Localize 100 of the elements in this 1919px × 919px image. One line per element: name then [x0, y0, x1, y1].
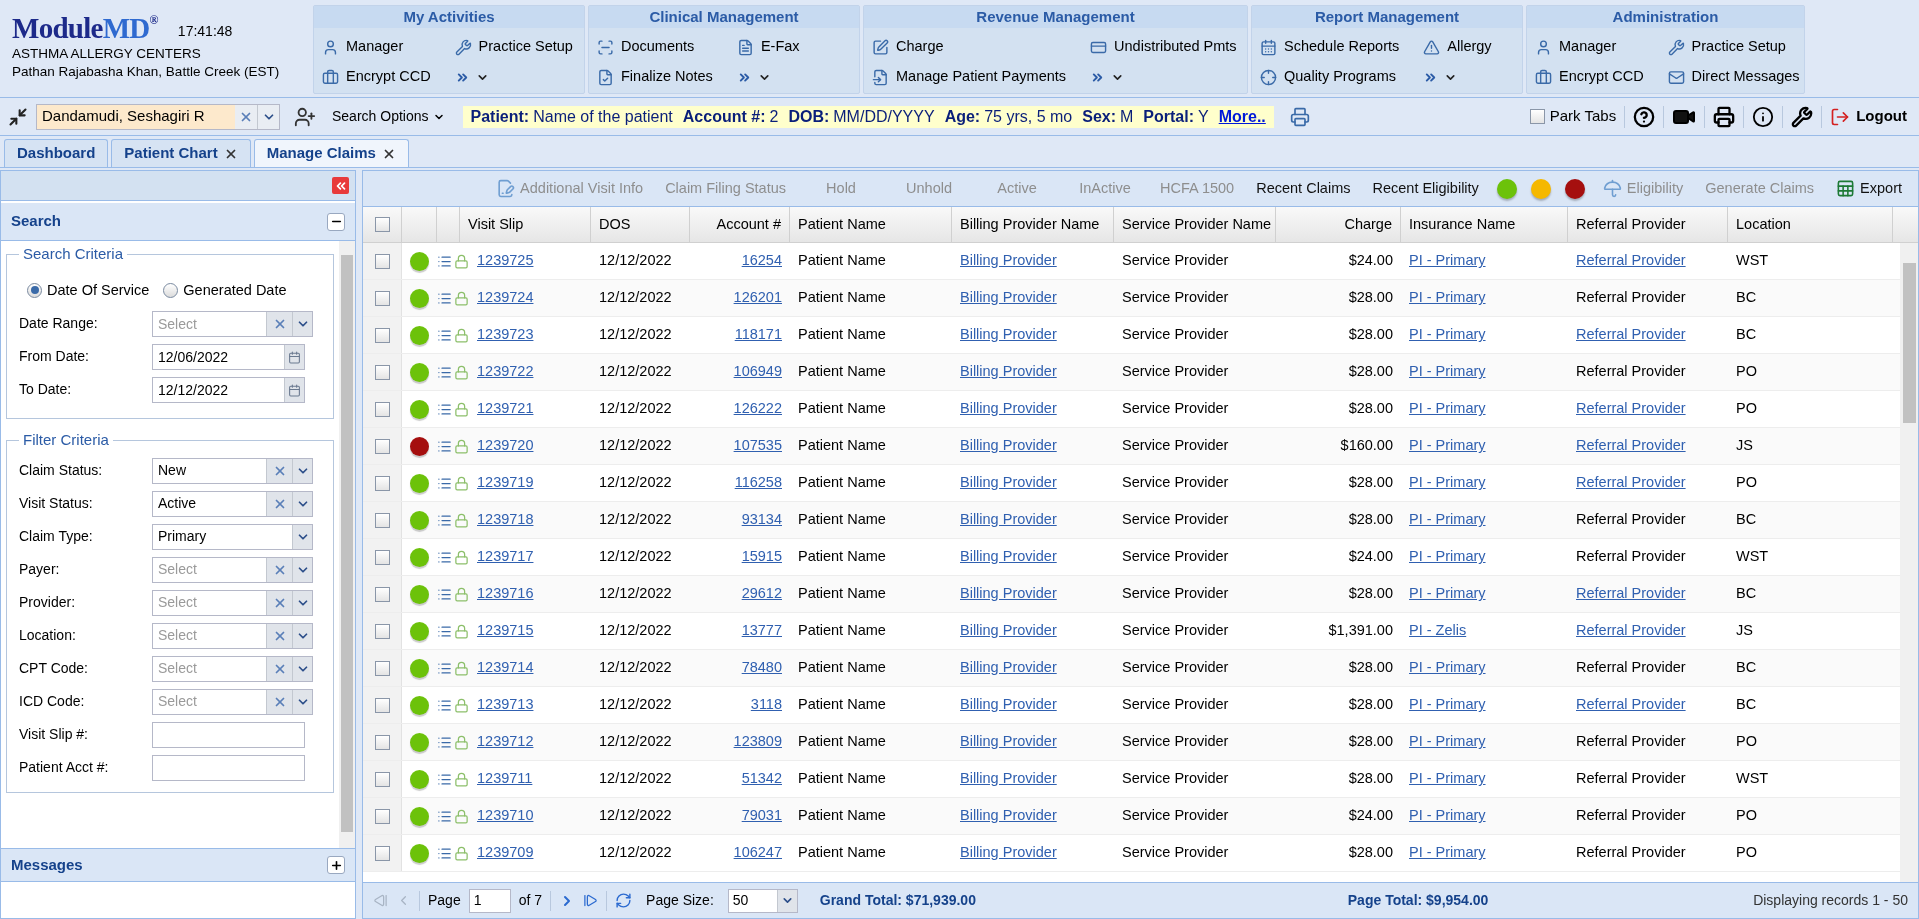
- table-link[interactable]: PI - Primary: [1409, 472, 1486, 494]
- dropdown-icon[interactable]: [292, 491, 312, 516]
- table-link[interactable]: 116258: [734, 472, 782, 494]
- column-header[interactable]: Account #: [690, 207, 790, 242]
- checkbox[interactable]: [374, 586, 390, 602]
- table-link[interactable]: PI - Primary: [1409, 657, 1486, 679]
- input-field[interactable]: 12/06/2022: [152, 344, 305, 371]
- help-icon[interactable]: [1633, 105, 1656, 128]
- tab[interactable]: Patient Chart: [111, 139, 251, 167]
- table-link[interactable]: Referral Provider: [1576, 472, 1686, 494]
- menu-item[interactable]: E-Fax: [736, 32, 800, 62]
- column-header[interactable]: Billing Provider Name: [952, 207, 1114, 242]
- list-icon[interactable]: [437, 438, 452, 454]
- column-header[interactable]: Patient Name: [790, 207, 952, 242]
- column-header[interactable]: Insurance Name: [1401, 207, 1568, 242]
- calendar-icon[interactable]: [284, 378, 304, 403]
- table-link[interactable]: PI - Primary: [1409, 361, 1486, 383]
- menu-item[interactable]: Direct Messages: [1667, 62, 1800, 92]
- table-link[interactable]: 13777: [741, 620, 782, 642]
- more-link[interactable]: More..: [1218, 104, 1266, 129]
- expand-icon[interactable]: [327, 856, 345, 874]
- table-link[interactable]: 16254: [741, 250, 782, 272]
- list-icon[interactable]: [437, 771, 452, 787]
- table-link[interactable]: 1239721: [477, 398, 534, 420]
- checkbox[interactable]: [374, 808, 390, 824]
- collapse-icon[interactable]: [327, 212, 345, 231]
- table-link[interactable]: 78480: [741, 657, 782, 679]
- table-link[interactable]: Billing Provider: [960, 250, 1057, 272]
- table-link[interactable]: Billing Provider: [960, 620, 1057, 642]
- menu-item[interactable]: Practice Setup: [454, 32, 573, 62]
- table-link[interactable]: 51342: [741, 768, 782, 790]
- dropdown-icon[interactable]: [292, 557, 312, 582]
- menu-item[interactable]: Practice Setup: [1667, 32, 1800, 62]
- table-link[interactable]: 1239710: [477, 805, 534, 827]
- table-link[interactable]: 1239722: [477, 361, 534, 383]
- table-link[interactable]: 1239725: [477, 250, 534, 272]
- table-link[interactable]: PI - Primary: [1409, 509, 1486, 531]
- table-link[interactable]: Referral Provider: [1576, 694, 1686, 716]
- table-link[interactable]: Referral Provider: [1576, 398, 1686, 420]
- table-link[interactable]: PI - Primary: [1409, 398, 1486, 420]
- radio-button[interactable]: [27, 282, 42, 298]
- table-link[interactable]: PI - Primary: [1409, 731, 1486, 753]
- table-link[interactable]: 126222: [733, 398, 782, 420]
- table-link[interactable]: 123809: [733, 731, 782, 753]
- table-link[interactable]: Billing Provider: [960, 324, 1057, 346]
- table-link[interactable]: Referral Provider: [1576, 435, 1686, 457]
- tools-icon[interactable]: [1791, 105, 1814, 128]
- checkbox[interactable]: [374, 253, 390, 269]
- clear-icon[interactable]: [266, 557, 292, 582]
- tab[interactable]: Manage Claims: [253, 139, 409, 167]
- list-icon[interactable]: [437, 327, 452, 343]
- clear-icon[interactable]: [266, 623, 292, 648]
- page-number-field[interactable]: 1: [468, 888, 511, 913]
- table-link[interactable]: 118171: [734, 324, 782, 346]
- list-icon[interactable]: [437, 660, 452, 676]
- column-header[interactable]: DOS: [591, 207, 690, 242]
- clear-icon[interactable]: [266, 656, 292, 681]
- table-link[interactable]: 29612: [741, 583, 782, 605]
- scrollbar[interactable]: [1900, 243, 1918, 882]
- table-link[interactable]: 126201: [733, 287, 782, 309]
- column-header[interactable]: Visit Slip: [460, 207, 591, 242]
- table-link[interactable]: 106247: [733, 842, 782, 864]
- table-link[interactable]: PI - Primary: [1409, 842, 1486, 864]
- dropdown-icon[interactable]: [292, 524, 312, 549]
- table-link[interactable]: Referral Provider: [1576, 620, 1686, 642]
- table-link[interactable]: PI - Primary: [1409, 583, 1486, 605]
- list-icon[interactable]: [437, 475, 452, 491]
- menu-item[interactable]: Quality Programs: [1260, 62, 1400, 92]
- table-link[interactable]: PI - Primary: [1409, 546, 1486, 568]
- toolbar-button[interactable]: Export: [1828, 174, 1910, 203]
- table-link[interactable]: 1239724: [477, 287, 534, 309]
- checkbox[interactable]: [374, 217, 390, 232]
- table-link[interactable]: 1239714: [477, 657, 534, 679]
- dropdown-icon[interactable]: [292, 590, 312, 615]
- table-link[interactable]: Billing Provider: [960, 694, 1057, 716]
- menu-item[interactable]: Manage Patient Payments: [872, 62, 1067, 92]
- clear-icon[interactable]: [235, 104, 257, 129]
- dropdown-icon[interactable]: [292, 312, 312, 337]
- collapse-icon[interactable]: [8, 106, 28, 127]
- menu-item[interactable]: Allergy: [1423, 32, 1492, 62]
- table-link[interactable]: 3118: [750, 694, 782, 716]
- menu-item[interactable]: Encrypt CCD: [1535, 62, 1644, 92]
- table-link[interactable]: Billing Provider: [960, 583, 1057, 605]
- table-link[interactable]: 1239720: [477, 435, 534, 457]
- table-link[interactable]: 1239715: [477, 620, 534, 642]
- table-link[interactable]: Referral Provider: [1576, 583, 1686, 605]
- checkbox[interactable]: [374, 512, 390, 528]
- table-link[interactable]: Billing Provider: [960, 435, 1057, 457]
- toolbar-button[interactable]: Recent Eligibility: [1364, 174, 1487, 203]
- input-field[interactable]: 12/12/2022: [152, 377, 305, 404]
- table-link[interactable]: Billing Provider: [960, 361, 1057, 383]
- checkbox[interactable]: [374, 364, 390, 380]
- menu-item[interactable]: Schedule Reports: [1260, 32, 1400, 62]
- list-icon[interactable]: [437, 512, 452, 528]
- printer-icon[interactable]: [1289, 106, 1310, 127]
- messages-panel-header[interactable]: Messages: [1, 848, 355, 882]
- table-link[interactable]: PI - Primary: [1409, 435, 1486, 457]
- table-link[interactable]: PI - Primary: [1409, 768, 1486, 790]
- menu-item[interactable]: Manager: [322, 32, 431, 62]
- list-icon[interactable]: [437, 808, 452, 824]
